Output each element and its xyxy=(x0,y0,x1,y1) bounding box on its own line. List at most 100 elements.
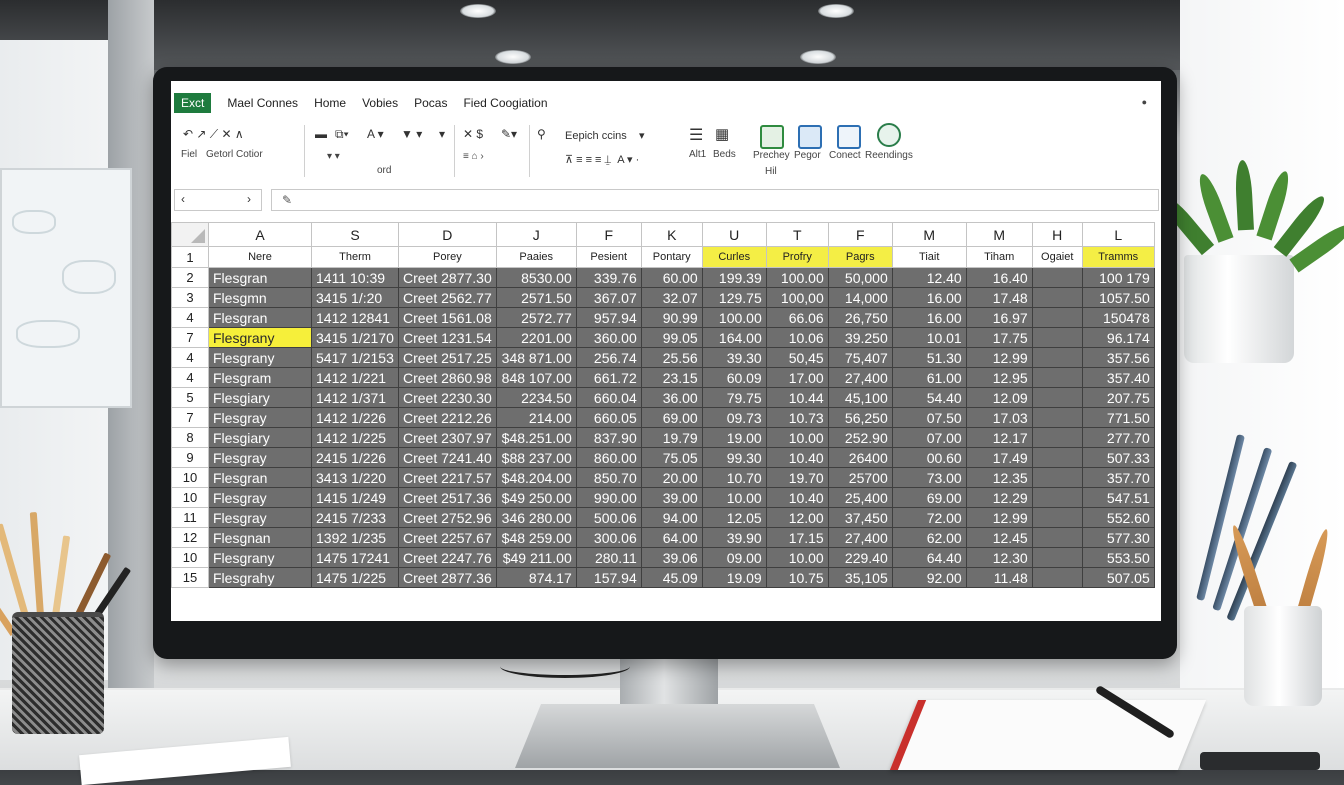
table-cell[interactable]: 16.00 xyxy=(891,287,967,308)
table-cell[interactable]: 39.06 xyxy=(640,547,703,568)
table-cell[interactable]: Creet 2230.30 xyxy=(398,387,497,408)
table-cell[interactable]: 66.06 xyxy=(765,307,829,328)
cut-icon[interactable]: ✕ $ xyxy=(463,127,483,141)
table-cell[interactable]: 547.51 xyxy=(1081,487,1155,508)
btn-alt[interactable]: Alt1 xyxy=(689,149,706,160)
table-cell[interactable]: Flesgray xyxy=(208,507,312,528)
table-cell[interactable]: 17.15 xyxy=(765,527,829,548)
row-number[interactable]: 10 xyxy=(171,467,209,488)
table-cell[interactable]: 69.00 xyxy=(640,407,703,428)
table-cell[interactable]: 1475 17241 xyxy=(311,547,399,568)
table-cell[interactable]: Creet 2217.57 xyxy=(398,467,497,488)
header-cell[interactable]: Tiait xyxy=(891,246,967,268)
table-cell[interactable]: 12.29 xyxy=(965,487,1033,508)
btn-page[interactable]: Pegor xyxy=(794,150,821,161)
table-cell[interactable]: 771.50 xyxy=(1081,407,1155,428)
table-cell[interactable]: 360.00 xyxy=(575,327,642,348)
table-cell[interactable]: 10.44 xyxy=(765,387,829,408)
table-cell[interactable]: 17.48 xyxy=(965,287,1033,308)
table-cell[interactable]: 17.03 xyxy=(965,407,1033,428)
table-cell[interactable]: 957.94 xyxy=(575,307,642,328)
header-cell[interactable]: Profry xyxy=(765,246,829,268)
table-cell[interactable]: 348 871.00 xyxy=(495,347,577,368)
row-number[interactable]: 4 xyxy=(171,367,209,388)
table-cell[interactable]: 45.09 xyxy=(640,567,703,588)
header-cell[interactable]: Tiham xyxy=(965,246,1033,268)
table-cell[interactable]: 25,400 xyxy=(827,487,893,508)
btn-preview[interactable]: Prechey xyxy=(753,150,790,161)
table-cell[interactable]: Flesgray xyxy=(208,487,312,508)
table-cell[interactable]: 17.00 xyxy=(765,367,829,388)
table-cell[interactable]: $48 259.00 xyxy=(495,527,577,548)
column-letter[interactable]: L xyxy=(1081,222,1155,247)
number-format-icon[interactable]: ≡ ⌂ › xyxy=(463,151,484,162)
table-cell[interactable] xyxy=(1031,387,1083,408)
table-cell[interactable] xyxy=(1031,367,1083,388)
table-cell[interactable]: 36.00 xyxy=(640,387,703,408)
table-cell[interactable]: 73.00 xyxy=(891,467,967,488)
tab-file[interactable]: Mael Connes xyxy=(227,96,298,110)
undo-icon[interactable]: ↶ ↗ ⟋ ✕ ∧ xyxy=(183,127,244,142)
table-cell[interactable] xyxy=(1031,507,1083,528)
table-cell[interactable]: 10.70 xyxy=(701,467,767,488)
chevron-down-icon[interactable]: ▾ ▾ xyxy=(327,151,340,162)
table-cell[interactable] xyxy=(1031,467,1083,488)
table-cell[interactable]: 10.06 xyxy=(765,327,829,348)
save-icon[interactable]: ▬ xyxy=(315,127,327,141)
table-cell[interactable]: Flesgran xyxy=(208,307,312,328)
column-letter[interactable]: M xyxy=(965,222,1033,247)
column-letter[interactable]: M xyxy=(891,222,967,247)
table-cell[interactable]: 214.00 xyxy=(495,407,577,428)
table-cell[interactable]: $48.204.00 xyxy=(495,467,577,488)
table-cell[interactable]: 157.94 xyxy=(575,567,642,588)
row-number[interactable]: 11 xyxy=(171,507,209,528)
table-cell[interactable]: 500.06 xyxy=(575,507,642,528)
dropdown-icon[interactable]: ▾ xyxy=(439,127,445,141)
name-box[interactable]: ‹ › xyxy=(174,189,262,211)
table-cell[interactable]: 12.17 xyxy=(965,427,1033,448)
btn-readings[interactable]: Reendings xyxy=(865,150,913,161)
table-cell[interactable]: Flesgram xyxy=(208,367,312,388)
table-cell[interactable]: 19.00 xyxy=(701,427,767,448)
table-cell[interactable]: 16.97 xyxy=(965,307,1033,328)
options-icon[interactable]: ● xyxy=(1142,97,1147,107)
formula-bar[interactable]: ✎ xyxy=(271,189,1159,211)
table-cell[interactable]: 39.30 xyxy=(701,347,767,368)
table-cell[interactable]: 3415 1/2170 xyxy=(311,327,399,348)
table-cell[interactable]: 3415 1/:20 xyxy=(311,287,399,308)
row-number[interactable]: 12 xyxy=(171,527,209,548)
table-cell[interactable]: 357.40 xyxy=(1081,367,1155,388)
table-cell[interactable]: 27,400 xyxy=(827,527,893,548)
row-number[interactable]: 10 xyxy=(171,547,209,568)
table-cell[interactable]: Flesgray xyxy=(208,447,312,468)
table-cell[interactable] xyxy=(1031,267,1083,288)
table-cell[interactable]: 3413 1/220 xyxy=(311,467,399,488)
column-letter[interactable]: S xyxy=(311,222,399,247)
table-cell[interactable]: Creet 2257.67 xyxy=(398,527,497,548)
table-cell[interactable]: Creet 2752.96 xyxy=(398,507,497,528)
table-cell[interactable]: 35,105 xyxy=(827,567,893,588)
table-cell[interactable]: 90.99 xyxy=(640,307,703,328)
table-cell[interactable]: 199.39 xyxy=(701,267,767,288)
list-icon[interactable]: ☰ xyxy=(689,125,703,145)
table-cell[interactable]: 75,407 xyxy=(827,347,893,368)
table-cell[interactable]: Creet 2877.36 xyxy=(398,567,497,588)
table-cell[interactable]: 54.40 xyxy=(891,387,967,408)
table-cell[interactable]: 64.40 xyxy=(891,547,967,568)
table-cell[interactable]: Flesgray xyxy=(208,407,312,428)
table-cell[interactable]: 26,750 xyxy=(827,307,893,328)
table-cell[interactable]: 100 179 xyxy=(1081,267,1155,288)
table-cell[interactable] xyxy=(1031,307,1083,328)
column-letter[interactable]: U xyxy=(701,222,767,247)
table-cell[interactable] xyxy=(1031,327,1083,348)
row-number[interactable]: 10 xyxy=(171,487,209,508)
chevron-right-icon[interactable]: › xyxy=(247,192,251,206)
row-number[interactable]: 1 xyxy=(171,246,209,268)
table-cell[interactable]: 20.00 xyxy=(640,467,703,488)
row-number[interactable]: 15 xyxy=(171,567,209,588)
table-cell[interactable]: 12.95 xyxy=(965,367,1033,388)
font-color-icon[interactable]: A ▾ xyxy=(367,127,384,141)
column-letter[interactable]: F xyxy=(575,222,642,247)
table-cell[interactable]: 2201.00 xyxy=(495,327,577,348)
table-cell[interactable]: 357.56 xyxy=(1081,347,1155,368)
